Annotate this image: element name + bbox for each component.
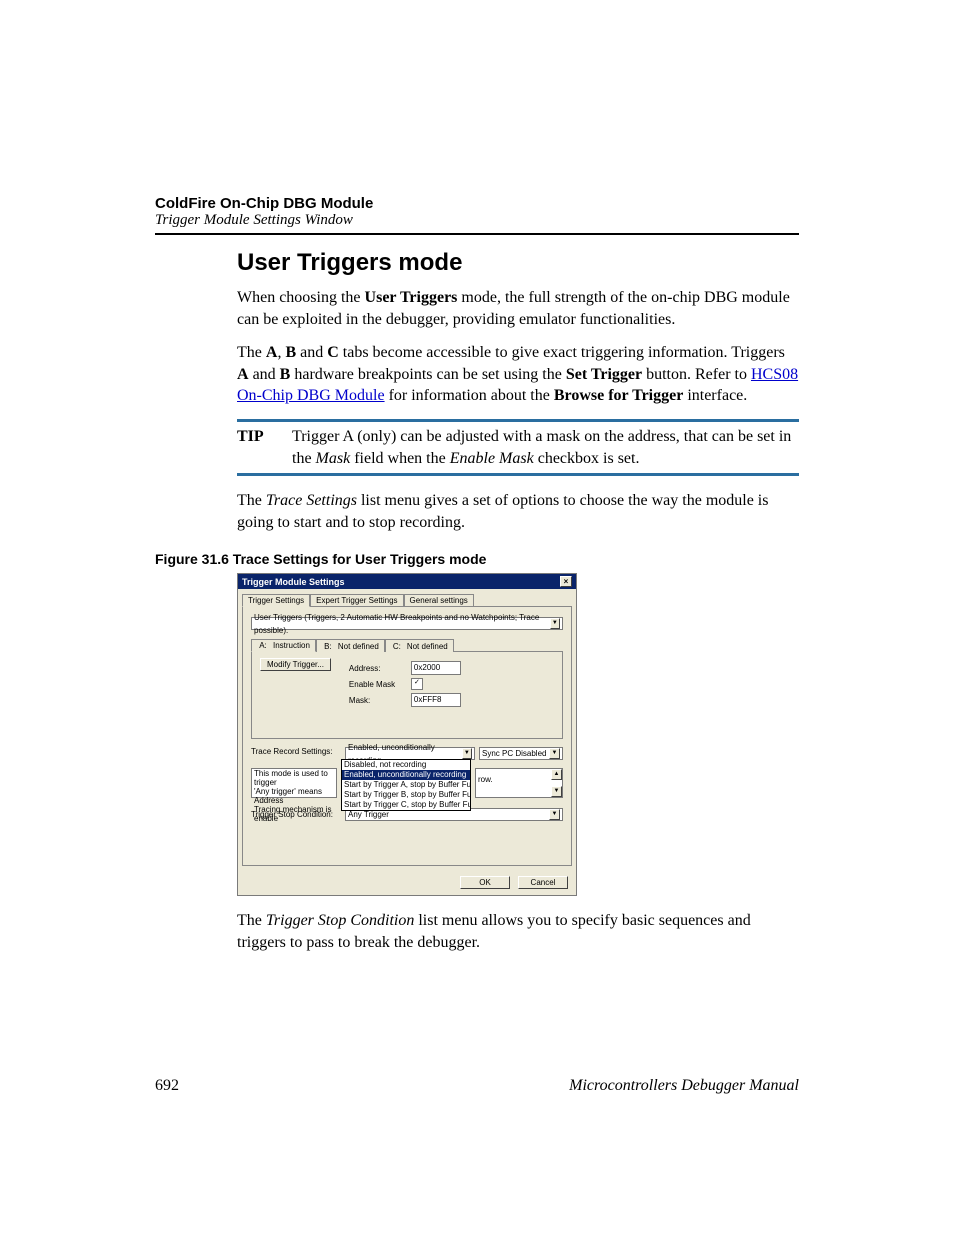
close-icon[interactable]: × bbox=[560, 576, 572, 587]
listbox-mode-description: This mode is used to trigger 'Any trigge… bbox=[251, 768, 337, 798]
dialog-trigger-module-settings: Trigger Module Settings × Trigger Settin… bbox=[237, 573, 577, 896]
running-head-subtitle: Trigger Module Settings Window bbox=[155, 212, 799, 229]
para-trace-settings: The Trace Settings list menu gives a set… bbox=[237, 490, 799, 533]
tab-trigger-c[interactable]: C: Not defined bbox=[385, 639, 454, 652]
option-disabled[interactable]: Disabled, not recording bbox=[342, 760, 470, 770]
ok-button[interactable]: OK bbox=[460, 876, 510, 889]
tip-block: TIP Trigger A (only) can be adjusted wit… bbox=[237, 426, 799, 469]
page-number: 692 bbox=[155, 1077, 179, 1095]
cancel-button[interactable]: Cancel bbox=[518, 876, 568, 889]
tip-rule-top bbox=[237, 419, 799, 422]
tip-rule-bottom bbox=[237, 473, 799, 476]
option-start-a[interactable]: Start by Trigger A, stop by Buffer Full bbox=[342, 780, 470, 790]
scroll-down-icon[interactable]: ▼ bbox=[551, 786, 562, 797]
chevron-down-icon: ▼ bbox=[549, 748, 560, 759]
para-tabs: The A, B and C tabs become accessible to… bbox=[237, 342, 799, 407]
option-start-c[interactable]: Start by Trigger C, stop by Buffer Full bbox=[342, 800, 470, 810]
combo-mode-value: User Triggers (Triggers, 2 Automatic HW … bbox=[254, 611, 550, 637]
modify-trigger-button[interactable]: Modify Trigger... bbox=[260, 658, 331, 671]
tip-label: TIP bbox=[237, 426, 292, 469]
tab-trigger-a[interactable]: A: Instruction bbox=[251, 639, 316, 652]
listbox-right[interactable]: row. ▲ ▼ bbox=[475, 768, 563, 798]
chevron-down-icon: ▼ bbox=[462, 748, 472, 759]
para-intro: When choosing the User Triggers mode, th… bbox=[237, 287, 799, 330]
chevron-down-icon: ▼ bbox=[550, 618, 560, 629]
label-trace-record-settings: Trace Record Settings: bbox=[251, 747, 341, 756]
tab-trigger-settings[interactable]: Trigger Settings bbox=[242, 594, 310, 607]
label-address: Address: bbox=[349, 664, 405, 673]
combo-mode[interactable]: User Triggers (Triggers, 2 Automatic HW … bbox=[251, 617, 563, 630]
running-head-chapter: ColdFire On-Chip DBG Module bbox=[155, 195, 799, 212]
figure-caption: Figure 31.6 Trace Settings for User Trig… bbox=[155, 551, 799, 567]
scroll-up-icon[interactable]: ▲ bbox=[551, 769, 562, 780]
label-enable-mask: Enable Mask bbox=[349, 680, 405, 689]
checkbox-enable-mask[interactable]: ✓ bbox=[411, 678, 423, 690]
dialog-title: Trigger Module Settings bbox=[242, 577, 345, 587]
dropdown-trace-record-options[interactable]: Disabled, not recording Enabled, uncondi… bbox=[341, 759, 471, 811]
option-enabled-unconditional[interactable]: Enabled, unconditionally recording bbox=[342, 770, 470, 780]
input-mask[interactable]: 0xFFF8 bbox=[411, 693, 461, 707]
chevron-down-icon: ▼ bbox=[549, 809, 560, 820]
combo-sync-pc[interactable]: Sync PC Disabled ▼ bbox=[479, 747, 563, 760]
header-rule bbox=[155, 233, 799, 235]
tip-text: Trigger A (only) can be adjusted with a … bbox=[292, 426, 799, 469]
input-address[interactable]: 0x2000 bbox=[411, 661, 461, 675]
option-start-b[interactable]: Start by Trigger B, stop by Buffer Full bbox=[342, 790, 470, 800]
section-heading: User Triggers mode bbox=[237, 249, 799, 277]
label-mask: Mask: bbox=[349, 696, 405, 705]
para-stop-condition: The Trigger Stop Condition list menu all… bbox=[237, 910, 799, 953]
tab-trigger-b[interactable]: B: Not defined bbox=[316, 639, 385, 652]
manual-title: Microcontrollers Debugger Manual bbox=[569, 1077, 799, 1095]
